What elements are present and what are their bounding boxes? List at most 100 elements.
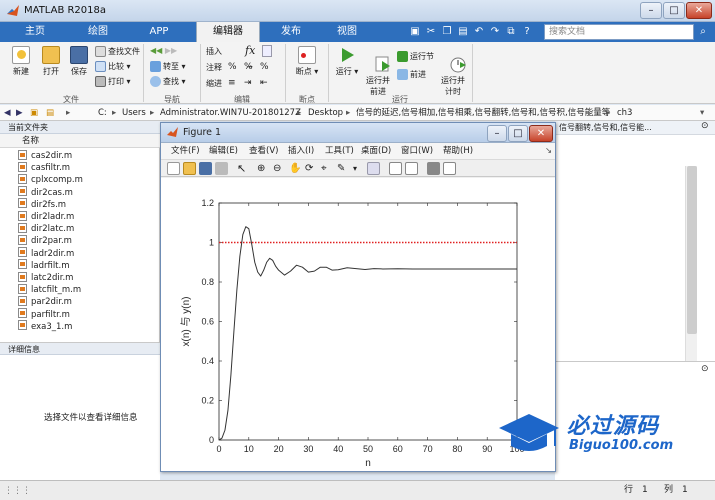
panel-menu-icon[interactable]: ⊙ [701, 121, 709, 131]
wrap-comments-icon[interactable]: % [260, 62, 269, 72]
comment-percent-icon[interactable]: % [228, 62, 237, 72]
copy-quick-icon[interactable]: ❐ [440, 25, 454, 39]
new-button[interactable]: 新建 [6, 46, 36, 77]
paste-quick-icon[interactable]: ▤ [456, 25, 470, 39]
maximize-button[interactable]: □ [663, 2, 685, 19]
link-plot-icon[interactable] [367, 162, 380, 175]
file-list-item[interactable]: ladr2dir.m [18, 247, 74, 260]
tab-editor[interactable]: 编辑器 [196, 22, 260, 42]
file-list-item[interactable]: par2dir.m [18, 295, 72, 308]
breakpoints-button[interactable]: 断点 ▾ [290, 46, 324, 77]
menu-file[interactable]: 文件(F) [171, 143, 200, 159]
file-list-item[interactable]: dir2latc.m [18, 222, 74, 235]
uncomment-icon[interactable]: %̶ [244, 62, 253, 72]
insert-button[interactable]: 插入 [206, 46, 222, 57]
zoom-in-icon[interactable]: ⊕ [257, 162, 270, 175]
browse-folder-icon[interactable]: ▤ [46, 105, 54, 121]
brush-icon[interactable]: ✎ [337, 162, 350, 175]
menu-dock-icon[interactable]: ↘ [545, 143, 552, 159]
menu-insert[interactable]: 插入(I) [288, 143, 314, 159]
file-list-item[interactable]: exa3_1.m [18, 320, 72, 333]
compare-button[interactable]: 比较 ▾ [95, 61, 131, 72]
help-quick-icon[interactable]: ? [520, 25, 534, 39]
find-files-button[interactable]: 查找文件 [95, 46, 140, 57]
run-section-button[interactable]: 运行节 [397, 51, 434, 62]
file-list-item[interactable]: dir2cas.m [18, 186, 73, 199]
file-list-item[interactable]: dir2par.m [18, 234, 72, 247]
hide-plot-tools-icon[interactable] [427, 162, 440, 175]
pan-hand-icon[interactable]: ✋ [289, 162, 302, 175]
open-button[interactable]: 打开 [36, 46, 66, 77]
menu-help[interactable]: 帮助(H) [443, 143, 473, 159]
figure-close-button[interactable]: ✕ [529, 125, 553, 142]
nav-back-forward[interactable]: ◀◀ ▶▶ [150, 46, 177, 55]
menu-tools[interactable]: 工具(T) [325, 143, 354, 159]
print-button[interactable]: 打印 ▾ [95, 76, 131, 87]
rotate-icon[interactable]: ⟳ [305, 162, 318, 175]
run-button[interactable]: 运行 ▾ [332, 46, 362, 77]
path-segment-ch3[interactable]: ch3 [617, 105, 632, 121]
file-list-item[interactable]: cas2dir.m [18, 149, 72, 162]
menu-edit[interactable]: 编辑(E) [209, 143, 238, 159]
find-button[interactable]: 查找 ▾ [150, 76, 186, 87]
open-file-icon[interactable] [183, 162, 196, 175]
file-list-item[interactable]: ladrfilt.m [18, 259, 70, 272]
save-button[interactable]: 保存 [64, 46, 94, 77]
tab-apps[interactable]: APP [134, 22, 184, 42]
brush-dropdown-icon[interactable]: ▾ [353, 162, 366, 175]
file-list-item[interactable]: cplxcomp.m [18, 173, 83, 186]
file-list-item[interactable]: parfiltr.m [18, 308, 70, 321]
switch-windows-icon[interactable]: ⧉ [504, 25, 518, 39]
tab-view[interactable]: 视图 [322, 22, 372, 42]
indent-button[interactable]: 缩进 [206, 78, 222, 89]
increase-indent-icon[interactable]: ⇥ [244, 78, 252, 88]
tab-home[interactable]: 主页 [10, 22, 60, 42]
close-button[interactable]: ✕ [686, 2, 712, 19]
insert-colorbar-icon[interactable] [389, 162, 402, 175]
path-segment-user[interactable]: Administrator.WIN7U-20180127Z [160, 105, 301, 121]
insert-function-button[interactable]: fx [245, 44, 255, 57]
path-segment-users[interactable]: Users [122, 105, 146, 121]
cell-icon[interactable] [262, 45, 272, 57]
menu-desktop[interactable]: 桌面(D) [361, 143, 391, 159]
file-list-item[interactable]: latcfilt_m.m [18, 283, 81, 296]
menu-window[interactable]: 窗口(W) [401, 143, 433, 159]
new-figure-icon[interactable] [167, 162, 180, 175]
redo-quick-icon[interactable]: ↷ [488, 25, 502, 39]
path-segment-desktop[interactable]: Desktop [308, 105, 343, 121]
save-quick-icon[interactable]: ▣ [408, 25, 422, 39]
file-list-item[interactable]: dir2ladr.m [18, 210, 74, 223]
pointer-icon[interactable]: ↖ [237, 162, 250, 175]
file-list-item[interactable]: latc2dir.m [18, 271, 73, 284]
tab-publish[interactable]: 发布 [266, 22, 316, 42]
advance-button[interactable]: 前进 [397, 69, 426, 80]
comment-button[interactable]: 注释 [206, 62, 222, 73]
decrease-indent-icon[interactable]: ⇤ [260, 78, 268, 88]
back-icon[interactable]: ◀ [4, 105, 11, 121]
search-icon[interactable]: ⌕ [696, 25, 710, 39]
name-column-header[interactable]: 名称 [22, 134, 39, 148]
zoom-out-icon[interactable]: ⊖ [273, 162, 286, 175]
smart-indent-icon[interactable]: ≡ [228, 78, 236, 88]
path-dropdown-icon[interactable]: ▾ [700, 105, 704, 121]
up-folder-icon[interactable]: ▣ [30, 105, 38, 121]
print-figure-icon[interactable] [215, 162, 228, 175]
goto-button[interactable]: 转至 ▾ [150, 61, 186, 72]
cut-quick-icon[interactable]: ✂ [424, 25, 438, 39]
search-documentation-input[interactable]: 搜索文档 [544, 24, 694, 40]
data-cursor-icon[interactable]: ⌖ [321, 162, 334, 175]
insert-legend-icon[interactable] [405, 162, 418, 175]
file-list-item[interactable]: dir2fs.m [18, 198, 66, 211]
show-plot-tools-icon[interactable] [443, 162, 456, 175]
figure-maximize-button[interactable]: □ [508, 125, 528, 142]
workspace-menu-icon[interactable]: ⊙ [701, 364, 709, 374]
forward-icon[interactable]: ▶ [16, 105, 23, 121]
undo-quick-icon[interactable]: ↶ [472, 25, 486, 39]
figure-minimize-button[interactable]: – [487, 125, 507, 142]
save-figure-icon[interactable] [199, 162, 212, 175]
scroll-thumb[interactable] [687, 166, 697, 334]
file-list-item[interactable]: casfiltr.m [18, 161, 70, 174]
path-segment-folder[interactable]: 信号的延迟,信号相加,信号相乘,信号翻转,信号和,信号积,信号能量等 [356, 105, 610, 121]
minimize-button[interactable]: – [640, 2, 662, 19]
menu-view[interactable]: 查看(V) [249, 143, 278, 159]
